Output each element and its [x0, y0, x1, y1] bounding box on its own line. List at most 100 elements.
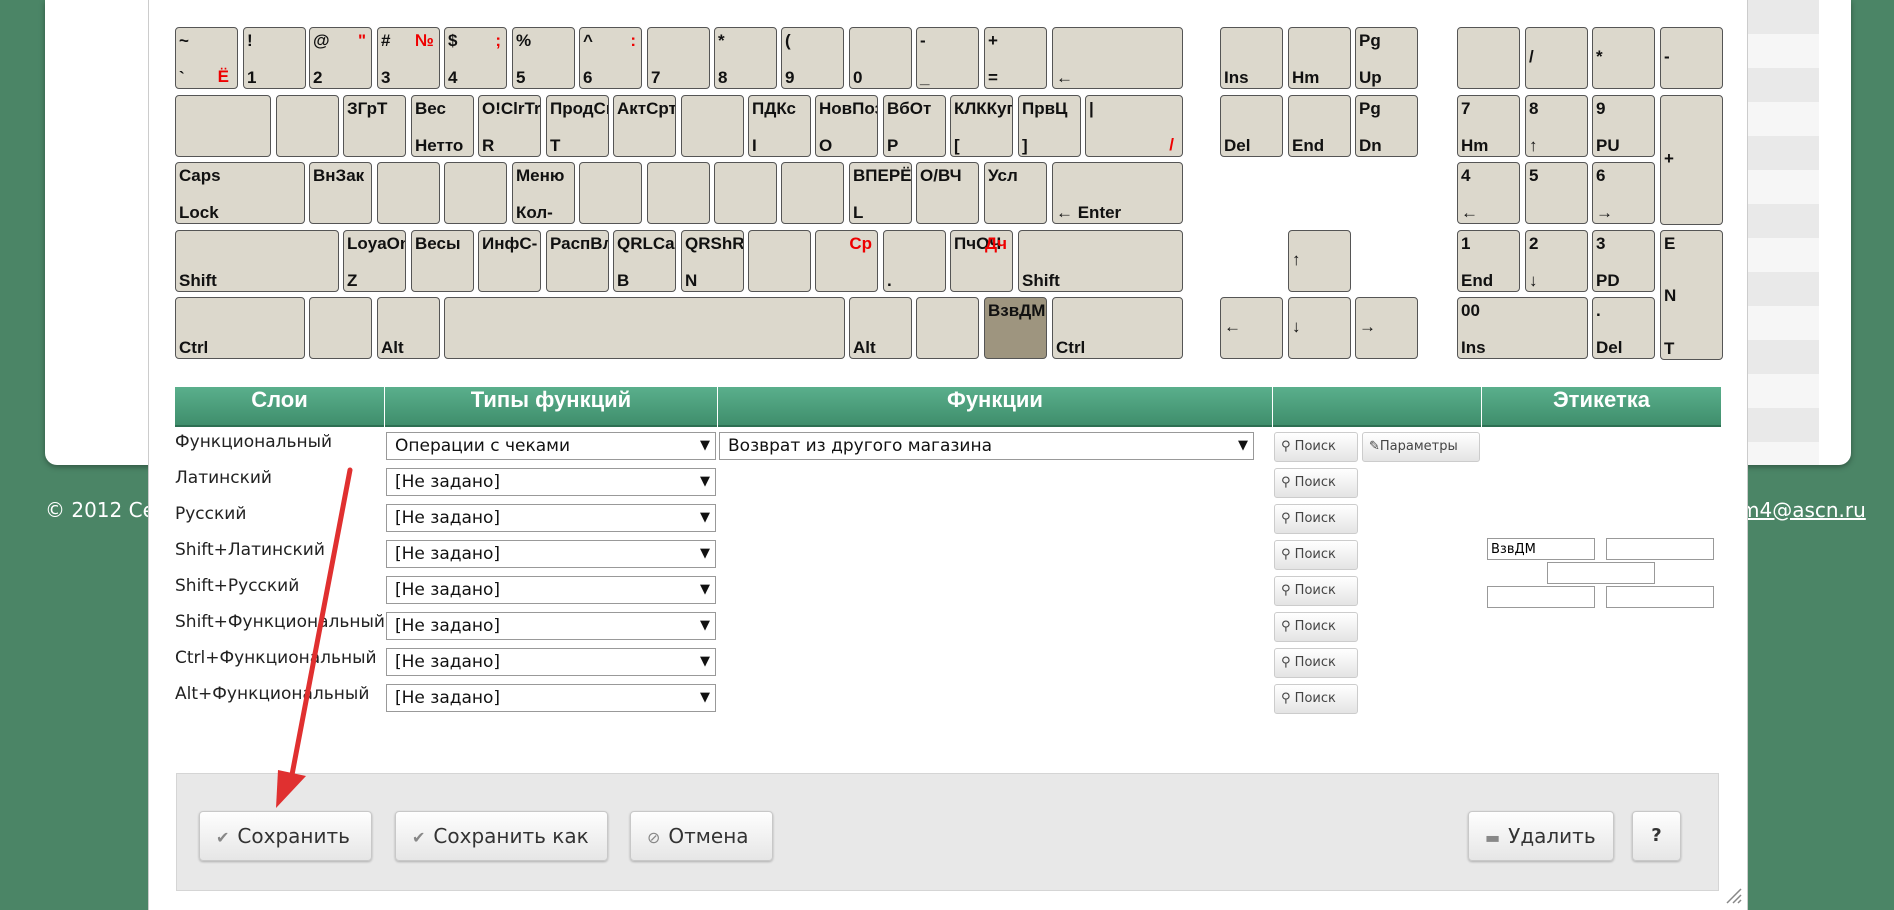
delete-button[interactable]: ▬ Удалить — [1468, 811, 1614, 861]
key-pgdn[interactable]: Pg Dn — [1355, 95, 1418, 157]
function-type-select[interactable]: [Не задано] ▼ — [386, 684, 716, 712]
key-5[interactable]: % 5 — [512, 27, 575, 89]
key-tilde[interactable]: ~ ` Ё — [175, 27, 238, 89]
key-num8[interactable]: 8 ↑ — [1525, 95, 1588, 157]
key-num1[interactable]: 1 End — [1457, 230, 1520, 292]
key-1[interactable]: ! 1 — [243, 27, 306, 89]
key-num-add[interactable]: + — [1660, 95, 1723, 225]
key-g[interactable] — [579, 162, 642, 224]
key-h[interactable] — [647, 162, 710, 224]
key-a[interactable]: ВнЗак — [309, 162, 372, 224]
function-type-select[interactable]: Операции с чеками ▼ — [386, 432, 716, 460]
key-pgup[interactable]: Pg Up — [1355, 27, 1418, 89]
key-d[interactable] — [444, 162, 507, 224]
key-c[interactable]: ИнфС- — [478, 230, 541, 292]
key-w[interactable]: ЗГрТ — [343, 95, 406, 157]
key-quote[interactable]: Усл — [984, 162, 1047, 224]
search-button[interactable]: ⚲ Поиск — [1274, 648, 1358, 678]
key-down[interactable]: ↓ — [1288, 297, 1351, 359]
key-comma[interactable]: Ср — [815, 230, 878, 292]
key-lshift[interactable]: Shift — [175, 230, 339, 292]
key-menu[interactable] — [916, 297, 979, 359]
key-e[interactable]: Вес Нетто — [411, 95, 474, 157]
key-m[interactable] — [748, 230, 811, 292]
key-f[interactable]: Меню Кол- — [512, 162, 575, 224]
key-t[interactable]: ПродСм T — [546, 95, 609, 157]
key-win[interactable] — [309, 297, 372, 359]
key-tab[interactable] — [175, 95, 271, 157]
key-ins[interactable]: Ins — [1220, 27, 1283, 89]
key-minus[interactable]: - _ — [916, 27, 979, 89]
key-num-dot[interactable]: . Del — [1592, 297, 1655, 359]
key-n[interactable]: QRShR N — [681, 230, 744, 292]
key-num-sub[interactable]: - — [1660, 27, 1723, 89]
key-o[interactable]: НовПоз O — [815, 95, 878, 157]
key-4[interactable]: $4; — [444, 27, 507, 89]
key-num2[interactable]: 2 ↓ — [1525, 230, 1588, 292]
search-button[interactable]: ⚲ Поиск — [1274, 540, 1358, 570]
key-backspace[interactable]: ← — [1052, 27, 1183, 89]
key-u[interactable] — [681, 95, 744, 157]
search-button[interactable]: ⚲ Поиск — [1274, 432, 1358, 462]
key-num00[interactable]: 00 Ins — [1457, 297, 1588, 359]
key-y[interactable]: АктСрт — [613, 95, 676, 157]
key-8[interactable]: * 8 — [714, 27, 777, 89]
key-end[interactable]: End — [1288, 95, 1351, 157]
function-type-select[interactable]: [Не задано] ▼ — [386, 612, 716, 640]
key-0[interactable]: 0 — [849, 27, 912, 89]
key-z[interactable]: LoyaOn Z — [343, 230, 406, 292]
key-num9[interactable]: 9 PU — [1592, 95, 1655, 157]
key-semicolon[interactable]: О/ВЧ — [916, 162, 979, 224]
key-num-enter[interactable]: E T N — [1660, 230, 1723, 360]
label-line-1-right[interactable] — [1606, 538, 1714, 560]
key-7[interactable]: 7 — [647, 27, 710, 89]
search-button[interactable]: ⚲ Поиск — [1274, 504, 1358, 534]
function-type-select[interactable]: [Не задано] ▼ — [386, 540, 716, 568]
key-caps[interactable]: Caps Lock — [175, 162, 305, 224]
search-button[interactable]: ⚲ Поиск — [1274, 612, 1358, 642]
function-type-select[interactable]: [Не задано] ▼ — [386, 576, 716, 604]
key-j[interactable] — [714, 162, 777, 224]
function-type-select[interactable]: [Не задано] ▼ — [386, 648, 716, 676]
key-rbracket[interactable]: ПрвЦ] — [1018, 95, 1081, 157]
key-v[interactable]: РаспВл — [546, 230, 609, 292]
key-lctrl[interactable]: Ctrl — [175, 297, 305, 359]
key-space[interactable] — [444, 297, 845, 359]
key-rshift[interactable]: Shift — [1018, 230, 1183, 292]
footer-email-link[interactable]: m4@ascn.ru — [1740, 498, 1866, 522]
key-period[interactable]: . — [883, 230, 946, 292]
key-num-mul[interactable]: * — [1592, 27, 1655, 89]
key-rctrl[interactable]: Ctrl — [1052, 297, 1183, 359]
key-num5[interactable]: 5 — [1525, 162, 1588, 224]
key-i[interactable]: ПДКс I — [748, 95, 811, 157]
help-button[interactable]: ? — [1632, 811, 1681, 861]
label-line-3-right[interactable] — [1606, 586, 1714, 608]
key-num-div[interactable]: / — [1525, 27, 1588, 89]
function-type-select[interactable]: [Не задано] ▼ — [386, 504, 716, 532]
label-line-2[interactable] — [1547, 562, 1655, 584]
key-backslash[interactable]: | / — [1085, 95, 1183, 157]
search-button[interactable]: ⚲ Поиск — [1274, 576, 1358, 606]
key-lbracket[interactable]: КЛККуп [ — [950, 95, 1013, 157]
key-l[interactable]: ВПЕРЁД L — [849, 162, 912, 224]
key-x[interactable]: Весы — [411, 230, 474, 292]
function-type-select[interactable]: [Не задано] ▼ — [386, 468, 716, 496]
key-up[interactable]: ↑ — [1288, 230, 1351, 292]
key-b[interactable]: QRLCa B — [613, 230, 676, 292]
key-del[interactable]: Del — [1220, 95, 1283, 157]
key-num4[interactable]: 4 ← — [1457, 162, 1520, 224]
label-line-3-left[interactable] — [1487, 586, 1595, 608]
resize-grip-icon[interactable] — [1725, 887, 1743, 905]
parameters-button[interactable]: ✎Параметры — [1362, 432, 1480, 462]
save-as-button[interactable]: ✔ Сохранить как — [395, 811, 608, 861]
cancel-button[interactable]: ⊘ Отмена — [630, 811, 773, 861]
key-9[interactable]: (9 — [781, 27, 844, 89]
key-2[interactable]: @2 " — [309, 27, 372, 89]
search-button[interactable]: ⚲ Поиск — [1274, 684, 1358, 714]
key-num7[interactable]: 7 Hm — [1457, 95, 1520, 157]
key-ralt[interactable]: Alt — [849, 297, 912, 359]
key-p[interactable]: ВбОт P — [883, 95, 946, 157]
label-line-1-left[interactable] — [1487, 538, 1595, 560]
key-6[interactable]: ^ 6: — [579, 27, 642, 89]
key-q[interactable] — [276, 95, 339, 157]
